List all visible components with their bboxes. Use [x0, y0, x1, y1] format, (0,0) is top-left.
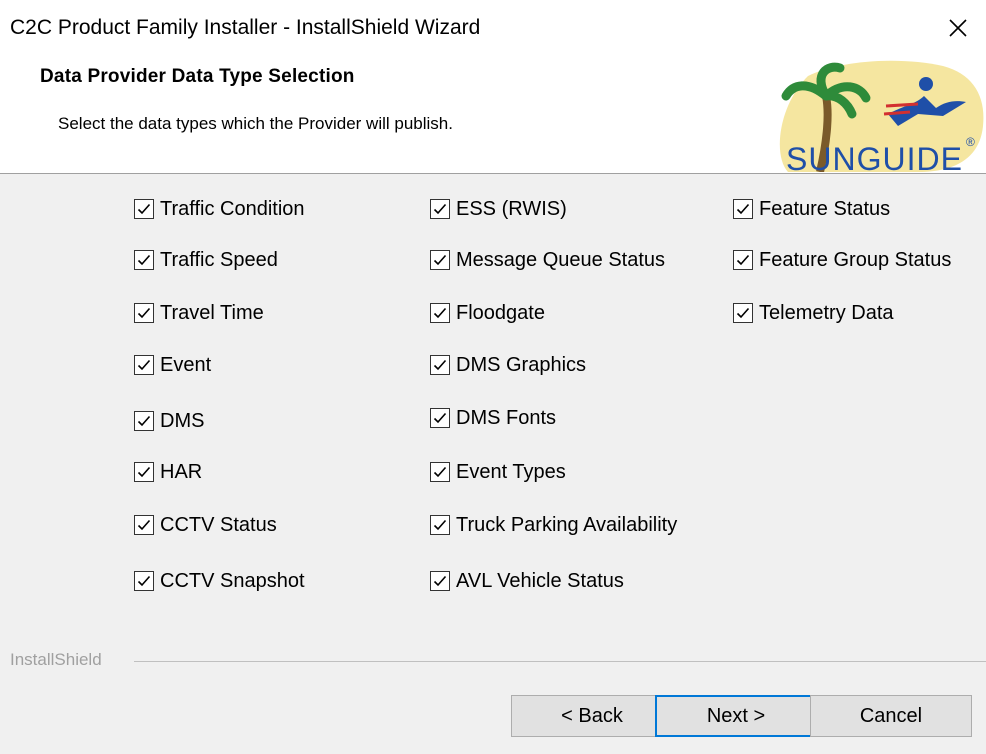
- checkmark-icon: [137, 466, 151, 478]
- checkbox-row[interactable]: Feature Status: [733, 195, 890, 223]
- checkbox-label: Telemetry Data: [759, 301, 894, 324]
- checkbox-row[interactable]: CCTV Status: [134, 511, 277, 539]
- checkbox-row[interactable]: Travel Time: [134, 299, 264, 327]
- checkmark-icon: [137, 203, 151, 215]
- checkbox-row[interactable]: Telemetry Data: [733, 299, 894, 327]
- checkbox[interactable]: [733, 303, 753, 323]
- checkbox-label: DMS Graphics: [456, 353, 587, 376]
- checkbox[interactable]: [134, 515, 154, 535]
- checkbox[interactable]: [430, 515, 450, 535]
- checkbox-label: Floodgate: [456, 301, 545, 324]
- checkmark-icon: [137, 307, 151, 319]
- checkbox-row[interactable]: HAR: [134, 458, 202, 486]
- checkbox-label: Feature Group Status: [759, 248, 952, 271]
- checkmark-icon: [433, 519, 447, 531]
- checkbox-row[interactable]: Truck Parking Availability: [430, 511, 677, 539]
- checkbox-label: CCTV Status: [160, 513, 277, 536]
- checkbox[interactable]: [430, 462, 450, 482]
- checkmark-icon: [433, 203, 447, 215]
- checkbox-label: Event: [160, 353, 212, 376]
- checkbox-label: DMS: [160, 409, 205, 432]
- checkbox[interactable]: [430, 303, 450, 323]
- checkbox-row[interactable]: Traffic Condition: [134, 195, 305, 223]
- checkmark-icon: [137, 254, 151, 266]
- title-bar: C2C Product Family Installer - InstallSh…: [0, 0, 986, 56]
- checkbox[interactable]: [733, 250, 753, 270]
- checkbox-label: Feature Status: [759, 197, 891, 220]
- checkbox-row[interactable]: Message Queue Status: [430, 246, 665, 274]
- checkbox-label: Traffic Speed: [160, 248, 278, 271]
- checkbox-label: Message Queue Status: [456, 248, 666, 271]
- checkbox-label: ESS (RWIS): [456, 197, 567, 220]
- checkbox-row[interactable]: Event Types: [430, 458, 566, 486]
- checkbox[interactable]: [430, 355, 450, 375]
- installshield-brand: InstallShield: [10, 650, 102, 669]
- checkmark-icon: [736, 307, 750, 319]
- checkbox-label: DMS Fonts: [456, 406, 557, 429]
- window-title: C2C Product Family Installer - InstallSh…: [10, 16, 481, 39]
- checkbox[interactable]: [430, 571, 450, 591]
- checkbox[interactable]: [430, 250, 450, 270]
- checkbox[interactable]: [134, 250, 154, 270]
- checkmark-icon: [137, 575, 151, 587]
- checkmark-icon: [433, 575, 447, 587]
- logo-text: SUNGUIDE: [786, 141, 963, 172]
- checkbox-row[interactable]: DMS: [134, 407, 204, 435]
- checkmark-icon: [137, 415, 151, 427]
- checkbox-label: Travel Time: [160, 301, 264, 324]
- page-title: Data Provider Data Type Selection: [40, 66, 355, 87]
- checkmark-icon: [736, 203, 750, 215]
- checkmark-icon: [137, 519, 151, 531]
- checkbox-label: Traffic Condition: [160, 197, 305, 220]
- cancel-button[interactable]: Cancel: [810, 695, 972, 737]
- checkbox-row[interactable]: CCTV Snapshot: [134, 567, 305, 595]
- checkbox-label: Truck Parking Availability: [456, 513, 678, 536]
- wizard-header: Data Provider Data Type Selection Select…: [0, 56, 986, 174]
- checkbox-row[interactable]: Feature Group Status: [733, 246, 951, 274]
- checkbox-row[interactable]: Event: [134, 351, 211, 379]
- checkmark-icon: [433, 254, 447, 266]
- page-subtitle: Select the data types which the Provider…: [58, 114, 453, 133]
- close-button[interactable]: [930, 0, 986, 56]
- next-button[interactable]: Next >: [655, 695, 817, 737]
- checkbox-row[interactable]: AVL Vehicle Status: [430, 567, 624, 595]
- logo-registered-mark: ®: [966, 135, 975, 149]
- checkbox-label: AVL Vehicle Status: [456, 569, 624, 592]
- checkbox-label: CCTV Snapshot: [160, 569, 305, 592]
- checkbox-row[interactable]: Floodgate: [430, 299, 545, 327]
- checkbox[interactable]: [430, 199, 450, 219]
- checkbox-label: HAR: [160, 460, 203, 483]
- checkmark-icon: [433, 307, 447, 319]
- checkmark-icon: [433, 466, 447, 478]
- checkmark-icon: [433, 412, 447, 424]
- checkbox-row[interactable]: Traffic Speed: [134, 246, 278, 274]
- checkmark-icon: [433, 359, 447, 371]
- footer-divider: [134, 661, 986, 662]
- back-button[interactable]: < Back: [511, 695, 673, 737]
- checkmark-icon: [736, 254, 750, 266]
- sunguide-logo: SUNGUIDE ®: [768, 56, 986, 172]
- checkbox[interactable]: [134, 303, 154, 323]
- checkbox[interactable]: [134, 355, 154, 375]
- checkbox[interactable]: [733, 199, 753, 219]
- checkbox-area: Traffic Condition Traffic Speed Travel Tim…: [0, 174, 986, 634]
- close-icon: [949, 19, 967, 37]
- checkbox[interactable]: [134, 462, 154, 482]
- checkmark-icon: [137, 359, 151, 371]
- checkbox-row[interactable]: DMS Fonts: [430, 404, 556, 432]
- checkbox-row[interactable]: ESS (RWIS): [430, 195, 567, 223]
- checkbox[interactable]: [430, 408, 450, 428]
- checkbox-row[interactable]: DMS Graphics: [430, 351, 586, 379]
- checkbox[interactable]: [134, 199, 154, 219]
- checkbox[interactable]: [134, 411, 154, 431]
- checkbox-label: Event Types: [456, 460, 566, 483]
- checkbox[interactable]: [134, 571, 154, 591]
